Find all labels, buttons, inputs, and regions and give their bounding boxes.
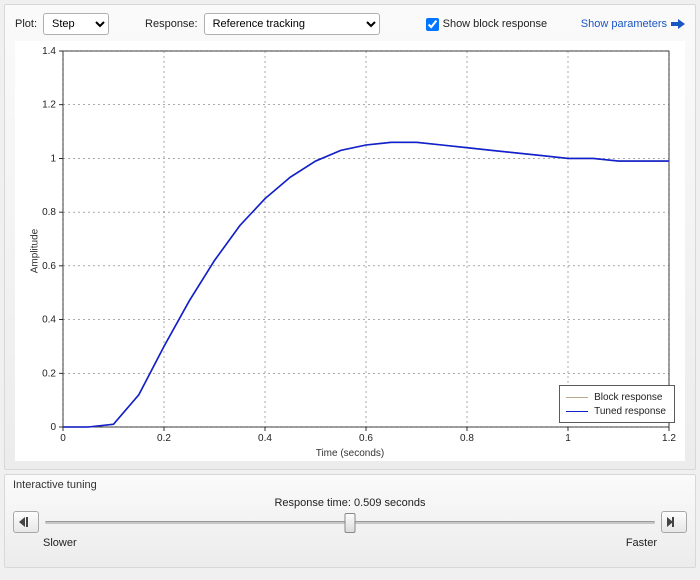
- legend-swatch-tuned: [566, 411, 588, 412]
- legend-label-block: Block response: [594, 392, 662, 403]
- svg-text:1.2: 1.2: [42, 100, 56, 111]
- slider-thumb[interactable]: [345, 513, 356, 533]
- slower-label: Slower: [43, 537, 77, 549]
- plot-label: Plot:: [15, 18, 37, 30]
- response-time-label: Response time: 0.509 seconds: [13, 497, 687, 509]
- legend-row-tuned: Tuned response: [566, 404, 666, 418]
- svg-text:0.8: 0.8: [42, 207, 56, 218]
- legend-label-tuned: Tuned response: [594, 406, 666, 417]
- plot-dropdown[interactable]: Step: [43, 13, 109, 35]
- svg-text:0.4: 0.4: [42, 315, 56, 326]
- svg-text:0.2: 0.2: [157, 433, 171, 444]
- svg-text:0.8: 0.8: [460, 433, 474, 444]
- chart-panel: Plot: Step Response: Reference tracking …: [4, 4, 696, 470]
- step-back-button[interactable]: [13, 511, 39, 533]
- response-time-slider-row: [13, 511, 687, 533]
- response-label: Response:: [145, 18, 198, 30]
- chart-legend: Block response Tuned response: [559, 385, 675, 423]
- svg-text:0: 0: [60, 433, 66, 444]
- legend-row-block: Block response: [566, 390, 666, 404]
- step-response-chart: Amplitude Time (seconds) 00.20.40.60.811…: [15, 41, 685, 461]
- show-block-response-input[interactable]: [426, 18, 439, 31]
- svg-text:0.6: 0.6: [359, 433, 373, 444]
- fast-forward-icon: [667, 517, 681, 527]
- svg-text:0.6: 0.6: [42, 261, 56, 272]
- response-time-slider[interactable]: [45, 511, 655, 533]
- show-block-response-label: Show block response: [443, 18, 548, 30]
- slow-fast-labels: Slower Faster: [13, 537, 687, 549]
- svg-text:1.2: 1.2: [662, 433, 676, 444]
- show-parameters-label: Show parameters: [581, 18, 667, 30]
- faster-label: Faster: [626, 537, 657, 549]
- step-forward-button[interactable]: [661, 511, 687, 533]
- interactive-tuning-panel: Interactive tuning Response time: 0.509 …: [4, 474, 696, 568]
- svg-text:0: 0: [50, 422, 56, 433]
- legend-swatch-block: [566, 397, 588, 398]
- svg-text:1.4: 1.4: [42, 46, 56, 57]
- chart-toolbar: Plot: Step Response: Reference tracking …: [9, 11, 691, 41]
- show-block-response-checkbox[interactable]: Show block response: [426, 18, 548, 31]
- response-dropdown[interactable]: Reference tracking: [204, 13, 380, 35]
- svg-text:1: 1: [50, 153, 56, 164]
- show-parameters-link[interactable]: Show parameters: [581, 18, 685, 30]
- tuning-section-title: Interactive tuning: [13, 479, 687, 491]
- arrow-right-icon: [671, 18, 685, 30]
- svg-text:0.2: 0.2: [42, 368, 56, 379]
- svg-text:1: 1: [565, 433, 571, 444]
- svg-text:0.4: 0.4: [258, 433, 272, 444]
- rewind-icon: [19, 517, 33, 527]
